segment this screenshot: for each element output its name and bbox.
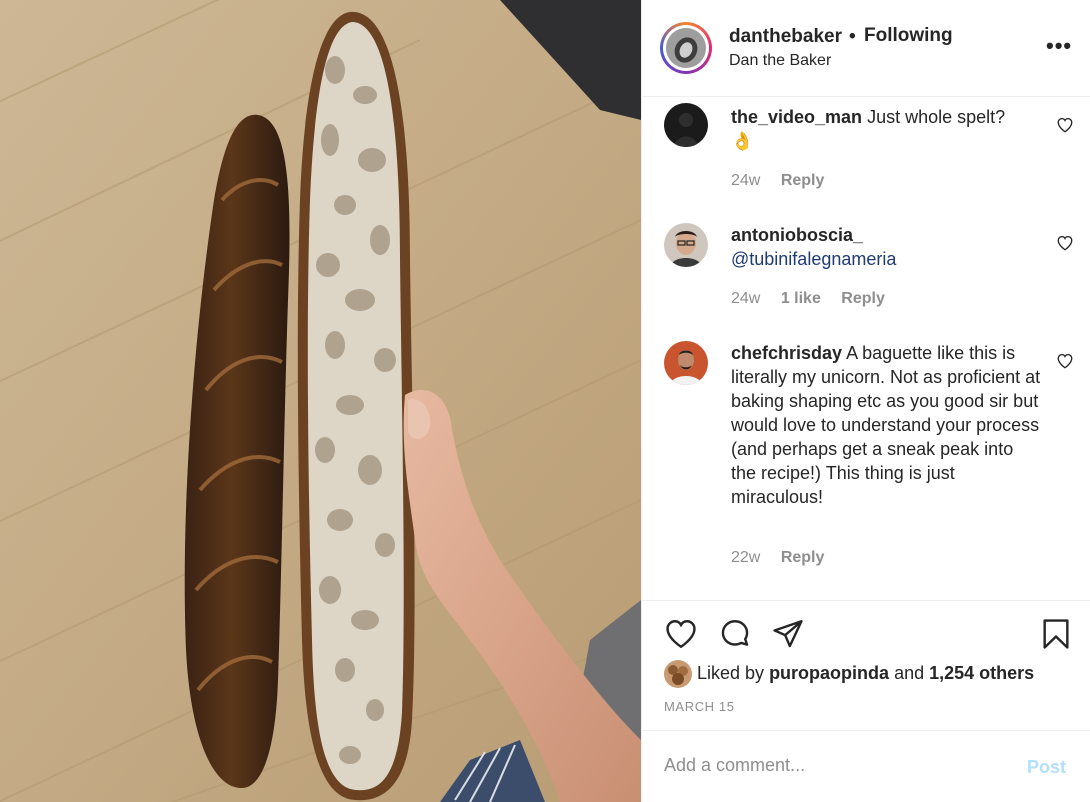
add-comment-bar: Post [642,730,1090,802]
commenter-avatar[interactable] [664,223,708,267]
post-photo[interactable] [0,0,641,802]
comment-meta: 24w Reply [731,172,840,190]
likes-summary: Liked by puropaopinda and 1,254 others [697,663,1034,684]
comment-body: A baguette like this is literally my uni… [731,343,1041,507]
heart-icon[interactable] [664,617,698,651]
liker-username[interactable]: puropaopinda [769,663,889,683]
likes-prefix: Liked by [697,663,765,683]
bookmark-icon[interactable] [1039,617,1073,651]
ok-hand-emoji: 👌 [731,131,754,151]
commenter-avatar[interactable] [664,103,708,147]
add-comment-input[interactable] [664,755,1004,776]
commenter-username[interactable]: chefchrisday [731,343,842,363]
comment-text: the_video_man Just whole spelt? 👌 [731,105,1041,153]
comment-likes-count[interactable]: 1 like [781,290,821,307]
likes-middle: and [894,663,925,683]
comment-like-heart-icon[interactable] [1056,116,1074,134]
comment-time: 24w [731,172,761,189]
comment-body: Just whole spelt? [867,107,1006,127]
post-sidebar: danthebaker • Following Dan the Baker ••… [641,0,1090,802]
comment-time: 22w [731,549,761,566]
comment-time: 24w [731,290,761,307]
reply-button[interactable]: Reply [781,172,825,189]
commenter-avatar[interactable] [664,341,708,385]
mention-link[interactable]: @tubinifalegnameria [731,249,896,269]
post-header: danthebaker • Following Dan the Baker ••… [642,0,1090,97]
more-horizontal-icon[interactable]: ••• [1046,35,1072,57]
post-date[interactable]: MARCH 15 [664,699,735,714]
author-full-name: Dan the Baker [729,52,832,69]
baguette-photo-image [0,0,641,802]
author-avatar[interactable] [660,22,712,74]
author-username[interactable]: danthebaker [729,26,842,48]
following-button[interactable]: Following [864,25,953,47]
reply-button[interactable]: Reply [841,290,885,307]
comment-like-heart-icon[interactable] [1056,352,1074,370]
comment-icon[interactable] [718,617,752,651]
comments-list[interactable]: the_video_man Just whole spelt? 👌 24w Re… [642,97,1090,600]
commenter-username[interactable]: the_video_man [731,107,862,127]
commenter-username[interactable]: antonioboscia_ [731,225,863,245]
liker-avatar[interactable] [664,660,692,688]
reply-button[interactable]: Reply [781,549,825,566]
likes-count[interactable]: 1,254 others [929,663,1034,683]
post-actions: Liked by puropaopinda and 1,254 others M… [642,600,1090,730]
share-icon[interactable] [771,617,805,651]
comment-meta: 22w Reply [731,549,840,567]
comment-text: antonioboscia_ @tubinifalegnameria [731,223,1041,271]
separator-dot: • [849,26,856,47]
comment-meta: 24w 1 like Reply [731,290,901,308]
comment-text: chefchrisday A baguette like this is lit… [731,341,1041,509]
comment-like-heart-icon[interactable] [1056,234,1074,252]
post-comment-button[interactable]: Post [1027,757,1066,778]
